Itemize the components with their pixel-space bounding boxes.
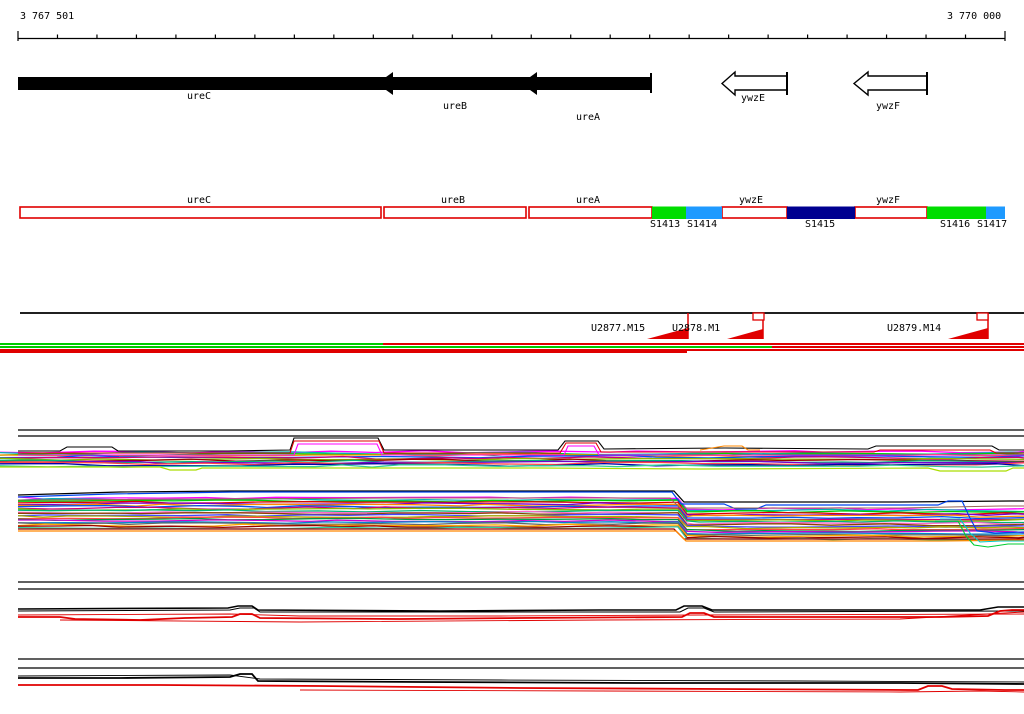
annotation-box-ureB[interactable] (383, 206, 527, 219)
gene-label-urec: ureC (187, 91, 212, 102)
segment-label-s1416: S1416 (940, 219, 971, 230)
gene-operon-bar-ure[interactable] (18, 77, 651, 90)
segment-label-s1417: S1417 (977, 219, 1008, 230)
probe-flag-U2879.M14[interactable] (976, 312, 989, 321)
probe-flag-U2878.M1[interactable] (752, 312, 765, 321)
gene-label-urea: ureA (576, 112, 601, 123)
profile-envelope-line (0, 466, 1024, 472)
annotation-track (19, 206, 1005, 220)
gene-arrow-ywzF[interactable] (852, 70, 928, 97)
genome-browser-screen: 3 767 501 3 770 000 ureC ureB ureA ywzE … (0, 0, 1024, 714)
annotation-box-ureA[interactable] (528, 206, 653, 219)
annotation-box-ywzE[interactable] (721, 206, 788, 219)
ruler-start-label: 3 767 501 (20, 11, 75, 22)
segment-label-s1415: S1415 (805, 219, 836, 230)
gene-arrowhead-left[interactable] (377, 72, 393, 95)
probe-triangle-U2878.M1[interactable] (727, 329, 763, 339)
segment-S1414[interactable] (686, 206, 722, 220)
segment-label-s1414: S1414 (687, 219, 718, 230)
probe-triangle-U2879.M14[interactable] (948, 328, 988, 339)
annotation-label-urec: ureC (187, 195, 212, 206)
annotation-label-ureb: ureB (441, 195, 466, 206)
profile-envelope-line (17, 613, 1024, 617)
ruler-end-label: 3 770 000 (947, 11, 1002, 22)
annotation-box-ureC[interactable] (19, 206, 382, 219)
gene-arrow-ywzE[interactable] (720, 70, 788, 97)
segment-S1417[interactable] (986, 206, 1005, 220)
gene-arrowhead-left[interactable] (521, 72, 537, 95)
annotation-box-ywzF[interactable] (854, 206, 928, 219)
gene-arrow-track (18, 70, 928, 97)
probe-label-u2879-m14: U2879.M14 (887, 323, 942, 334)
probe-track (0, 312, 1024, 353)
ruler-track (17, 31, 1006, 41)
probe-label-u2877-m15: U2877.M15 (591, 323, 646, 334)
annotation-label-ywze: ywzE (739, 195, 764, 206)
expression-profile-plot (0, 429, 1024, 693)
profile-band1 (0, 437, 1024, 472)
genome-browser-canvas (0, 31, 1024, 693)
profile-band3 (17, 605, 1024, 623)
segment-S1416[interactable] (927, 206, 986, 220)
gene-label-ureb: ureB (443, 101, 468, 112)
profile-band2 (17, 490, 1024, 548)
profile-envelope-line (18, 684, 1024, 691)
probe-label-u2878-m1: U2878.M1 (672, 323, 721, 334)
gene-label-ywze: ywzE (741, 93, 766, 104)
profile-envelope-line (18, 437, 1024, 452)
annotation-label-ywzf: ywzF (876, 195, 901, 206)
segment-S1415[interactable] (787, 206, 855, 220)
annotation-label-urea: ureA (576, 195, 601, 206)
segment-label-s1413: S1413 (650, 219, 681, 230)
segment-S1413[interactable] (652, 206, 686, 220)
profile-envelope-line (17, 674, 1024, 683)
profile-band4 (17, 673, 1024, 693)
gene-label-ywzf: ywzF (876, 101, 901, 112)
